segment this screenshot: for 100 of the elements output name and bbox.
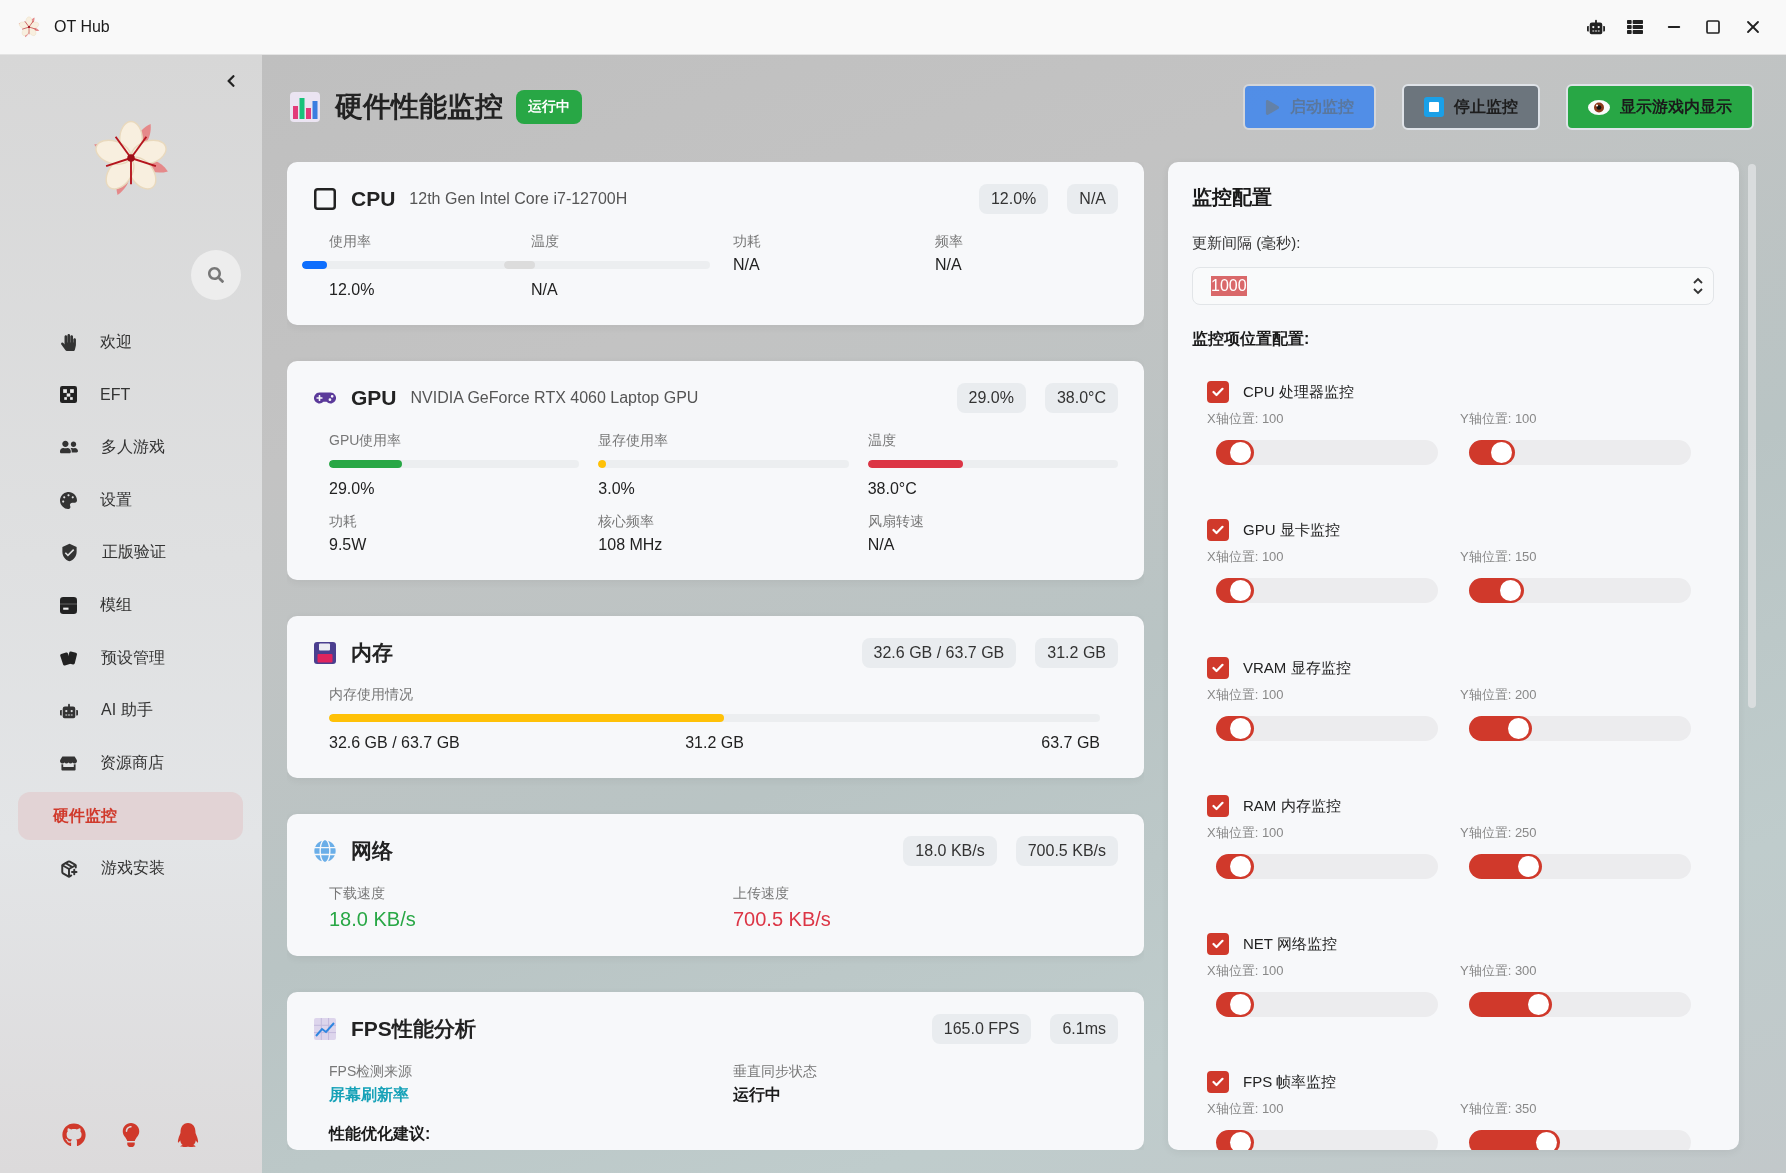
checkbox[interactable] [1207, 657, 1229, 679]
sidebar-item[interactable]: 欢迎 [18, 318, 243, 366]
slider-track[interactable] [1216, 578, 1438, 603]
card-title: GPU [351, 386, 397, 410]
bar-chart-icon [290, 92, 320, 122]
checkbox[interactable] [1207, 933, 1229, 955]
shield-check-icon [60, 543, 79, 563]
card-title: 网络 [351, 838, 393, 864]
sidebar-item[interactable]: 资源商店 [18, 739, 243, 788]
stat-badge: 18.0 KB/s [903, 836, 997, 866]
slider-track[interactable] [1469, 854, 1691, 879]
slider-label: X轴位置: 100 [1207, 962, 1285, 980]
scrollbar-thumb[interactable] [1748, 164, 1756, 708]
stat-badge: 32.6 GB / 63.7 GB [861, 638, 1017, 668]
device-name: 12th Gen Intel Core i7-12700H [409, 190, 628, 208]
sidebar-item[interactable]: EFT [18, 370, 243, 419]
page-title: 硬件性能监控 [335, 90, 503, 124]
advice-heading: 性能优化建议: [329, 1124, 432, 1144]
status-badge: 运行中 [516, 90, 582, 124]
slider-label: X轴位置: 100 [1207, 410, 1285, 428]
search-button[interactable] [191, 250, 241, 300]
slider-label: X轴位置: 100 [1207, 548, 1285, 566]
package-plus-icon [60, 859, 78, 878]
metric-label: 风扇转速 [867, 512, 925, 531]
slider-label: Y轴位置: 300 [1460, 962, 1538, 980]
checkmark-icon [1212, 525, 1224, 535]
checkmark-icon [1212, 939, 1224, 949]
card-title: CPU [351, 187, 396, 211]
metric-value: 18.0 KB/s [329, 907, 417, 932]
sidebar-item[interactable]: 预设管理 [18, 634, 243, 683]
checkbox[interactable] [1207, 519, 1229, 541]
card-title: 内存 [351, 640, 393, 666]
square-icon [314, 188, 336, 210]
slider-track[interactable] [1216, 854, 1438, 879]
maximize-icon[interactable] [1705, 19, 1721, 35]
slider-track[interactable] [1216, 1130, 1438, 1150]
metric-value: 9.5W [329, 535, 368, 555]
slider-label: Y轴位置: 150 [1460, 548, 1538, 566]
stat-badge: 6.1ms [1050, 1014, 1118, 1044]
stat-badge: 38.0°C [1044, 383, 1118, 413]
slider-track[interactable] [1469, 1130, 1691, 1150]
sidebar-item[interactable]: 游戏安装 [18, 844, 243, 893]
eye-icon [1588, 99, 1610, 115]
slider-label: X轴位置: 100 [1207, 686, 1285, 704]
slider-track[interactable] [1469, 440, 1691, 465]
monitor-item-label: CPU 处理器监控 [1243, 382, 1354, 402]
metric-value: 700.5 KB/s [733, 907, 832, 932]
penguin-icon[interactable] [176, 1123, 200, 1147]
metric-value: 屏幕刷新率 [329, 1085, 410, 1105]
metric-label: GPU使用率 [329, 431, 403, 450]
monitor-item-label: RAM 内存监控 [1243, 796, 1341, 816]
slider-label: Y轴位置: 200 [1460, 686, 1538, 704]
slider-label: X轴位置: 100 [1207, 824, 1285, 842]
metric-label: 显存使用率 [598, 431, 670, 450]
checkbox[interactable] [1207, 795, 1229, 817]
metric-value: N/A [531, 280, 559, 300]
checkbox[interactable] [1207, 1071, 1229, 1093]
metric-value: N/A [733, 255, 761, 275]
sidebar-item[interactable]: 多人游戏 [18, 423, 243, 472]
checkmark-icon [1212, 801, 1224, 811]
slider-track[interactable] [1469, 992, 1691, 1017]
stat-badge: N/A [1067, 184, 1118, 214]
metric-label: 上传速度 [733, 884, 790, 903]
globe-icon [314, 840, 336, 862]
slider-track[interactable] [1216, 716, 1438, 741]
sidebar-item[interactable]: 正版验证 [18, 528, 243, 577]
slider-track[interactable] [1216, 440, 1438, 465]
metric-label: 内存使用情况 [329, 685, 414, 704]
slider-track[interactable] [1469, 716, 1691, 741]
metric-value: 29.0% [329, 479, 376, 499]
flower-logo [17, 15, 41, 39]
stop-button[interactable]: 停止监控 [1402, 84, 1540, 130]
slider-track[interactable] [1216, 992, 1438, 1017]
slider-label: Y轴位置: 350 [1460, 1100, 1538, 1118]
window-title: OT Hub [54, 18, 110, 36]
stat-badge: 700.5 KB/s [1015, 836, 1118, 866]
github-icon[interactable] [62, 1123, 86, 1147]
checkbox[interactable] [1207, 381, 1229, 403]
memory-reading: 31.2 GB [685, 733, 744, 753]
panel-title: 监控配置 [1192, 185, 1273, 210]
stat-badge: 31.2 GB [1035, 638, 1118, 668]
device-name: NVIDIA GeForce RTX 4060 Laptop GPU [410, 389, 699, 407]
sidebar-item[interactable]: 设置 [18, 476, 243, 525]
list-icon[interactable] [1627, 19, 1643, 35]
field-label: 更新间隔 (毫秒): [1192, 233, 1302, 253]
sidebar-item[interactable]: 模组 [18, 581, 243, 630]
show-overlay-button[interactable]: 显示游戏内显示 [1566, 84, 1754, 130]
play-icon [1265, 99, 1280, 115]
checkmark-icon [1212, 387, 1224, 397]
metric-label: 频率 [935, 232, 964, 251]
section-title: 监控项位置配置: [1192, 329, 1311, 349]
memory-reading: 32.6 GB / 63.7 GB [329, 733, 460, 753]
robot-icon[interactable] [1587, 18, 1605, 36]
metric-label: FPS检测来源 [329, 1062, 414, 1081]
metric-value: 38.0°C [867, 479, 918, 499]
slider-track[interactable] [1469, 578, 1691, 603]
sidebar-item[interactable]: AI 助手 [18, 686, 243, 735]
spinner-icon[interactable] [1693, 276, 1703, 296]
metric-label: 下载速度 [329, 884, 386, 903]
metric-value: 12.0% [329, 280, 376, 300]
